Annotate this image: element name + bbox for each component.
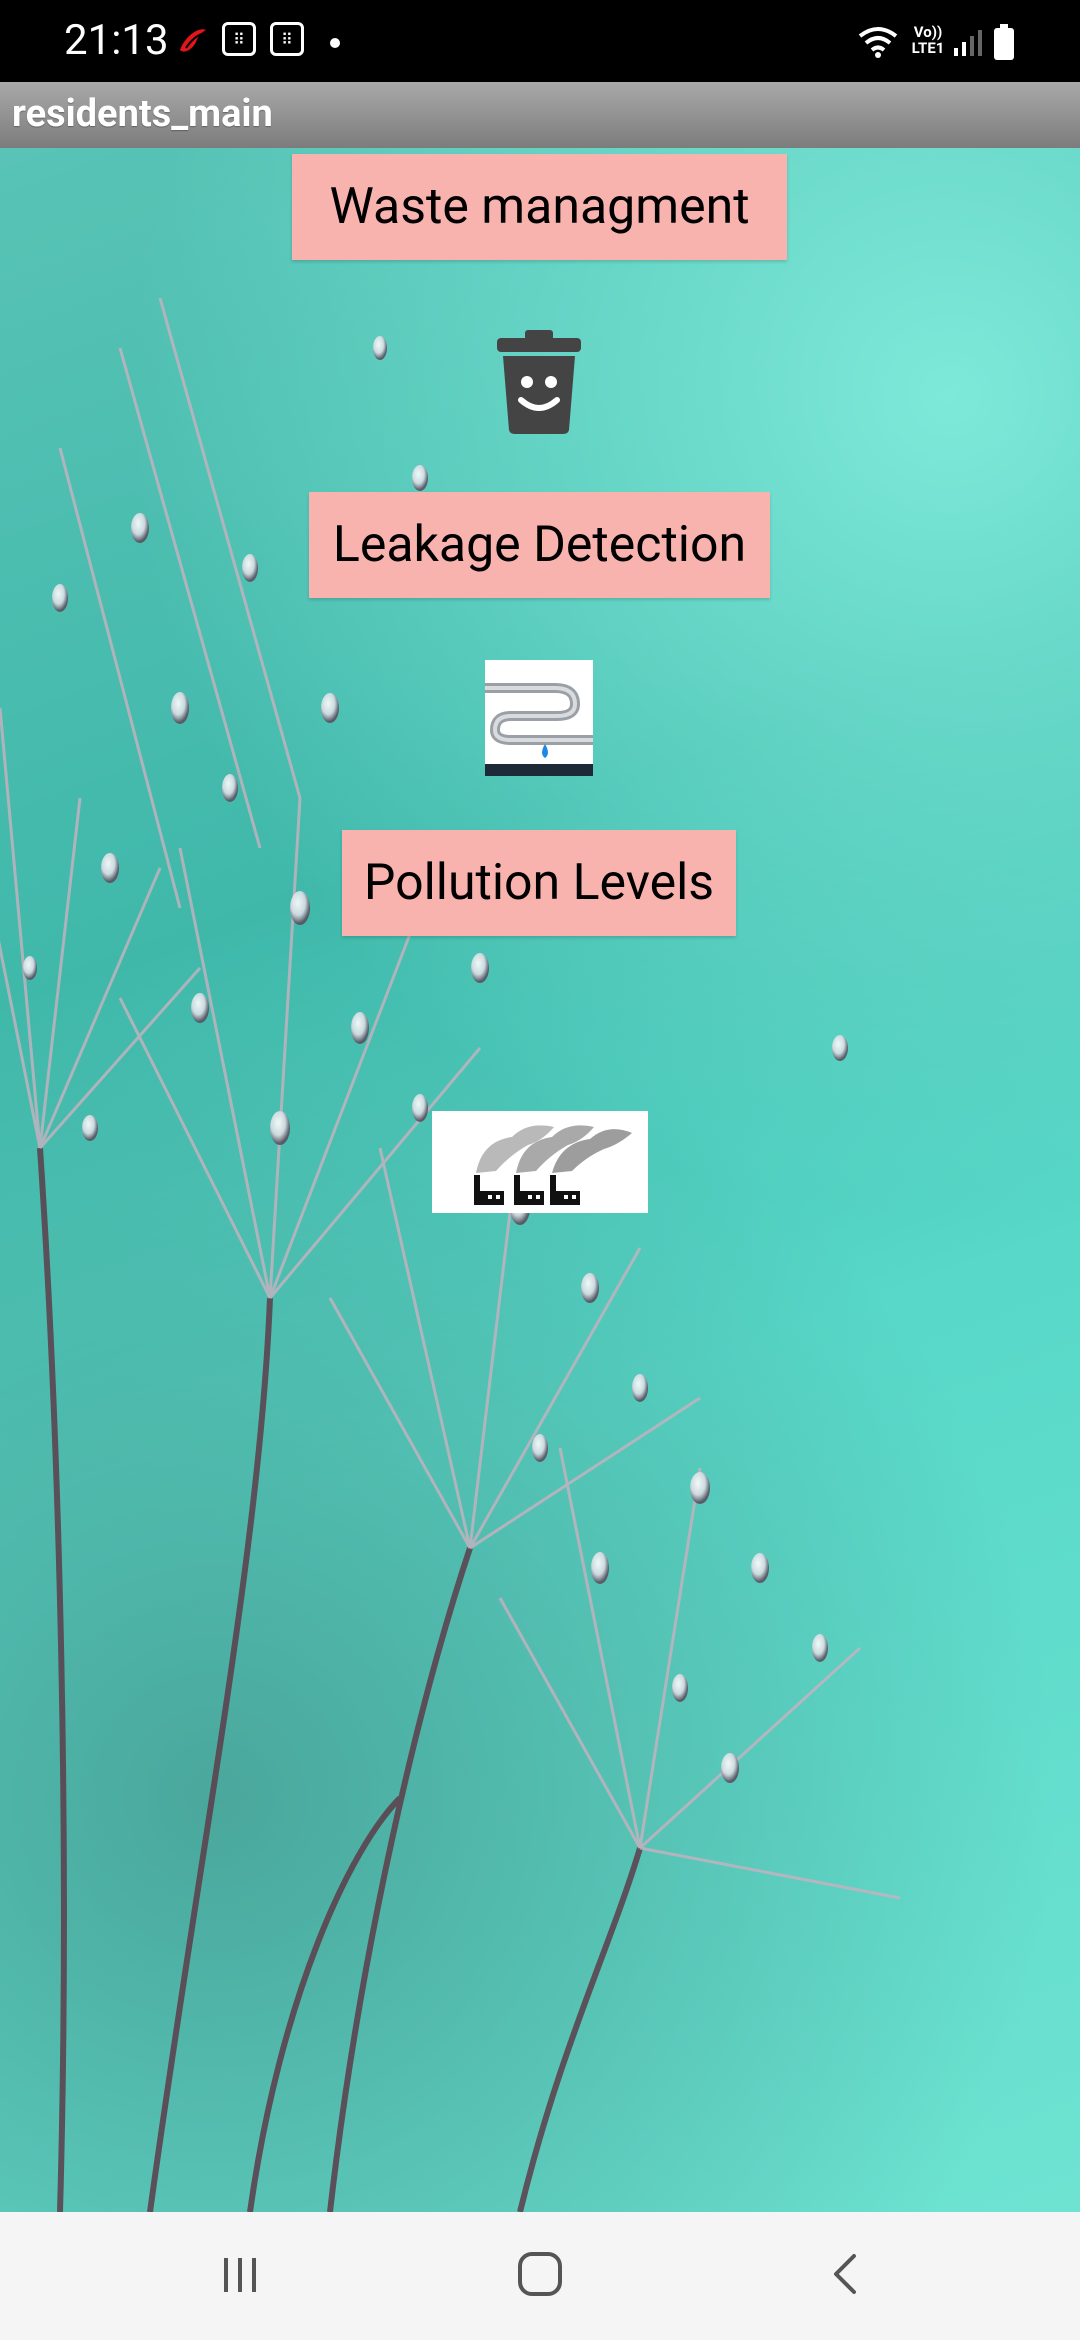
status-bar: 21:13 ⠿ ⠿ Vo)) LTE1	[0, 0, 1080, 82]
status-time: 21:13	[64, 16, 169, 65]
carrier-logo-icon	[180, 29, 206, 52]
signal-strength-icon	[954, 30, 982, 56]
page-title: residents_main	[12, 92, 273, 136]
home-icon[interactable]	[516, 2250, 564, 2298]
recent-apps-icon[interactable]	[218, 2252, 264, 2298]
leakage-detection-button[interactable]: Leakage Detection	[309, 492, 770, 598]
waste-management-button[interactable]: Waste managment	[292, 154, 787, 260]
action-bar: residents_main	[0, 82, 1080, 148]
pollution-levels-button[interactable]: Pollution Levels	[342, 830, 736, 936]
back-icon[interactable]	[826, 2250, 866, 2298]
sim-app-icon: ⠿	[222, 22, 256, 56]
trash-bin-smiley-icon[interactable]	[495, 330, 583, 434]
battery-icon	[994, 24, 1014, 60]
factory-smoke-icon[interactable]	[432, 1111, 648, 1213]
notification-dot-icon	[330, 38, 340, 48]
sim-app-icon-2: ⠿	[270, 22, 304, 56]
system-navigation-bar	[0, 2212, 1080, 2340]
main-content: Waste managment Leakage Detection Pollut…	[0, 148, 1080, 2212]
water-pipe-leak-icon[interactable]	[485, 660, 593, 776]
network-type-label: Vo)) LTE1	[911, 23, 945, 57]
wifi-icon	[858, 27, 898, 58]
